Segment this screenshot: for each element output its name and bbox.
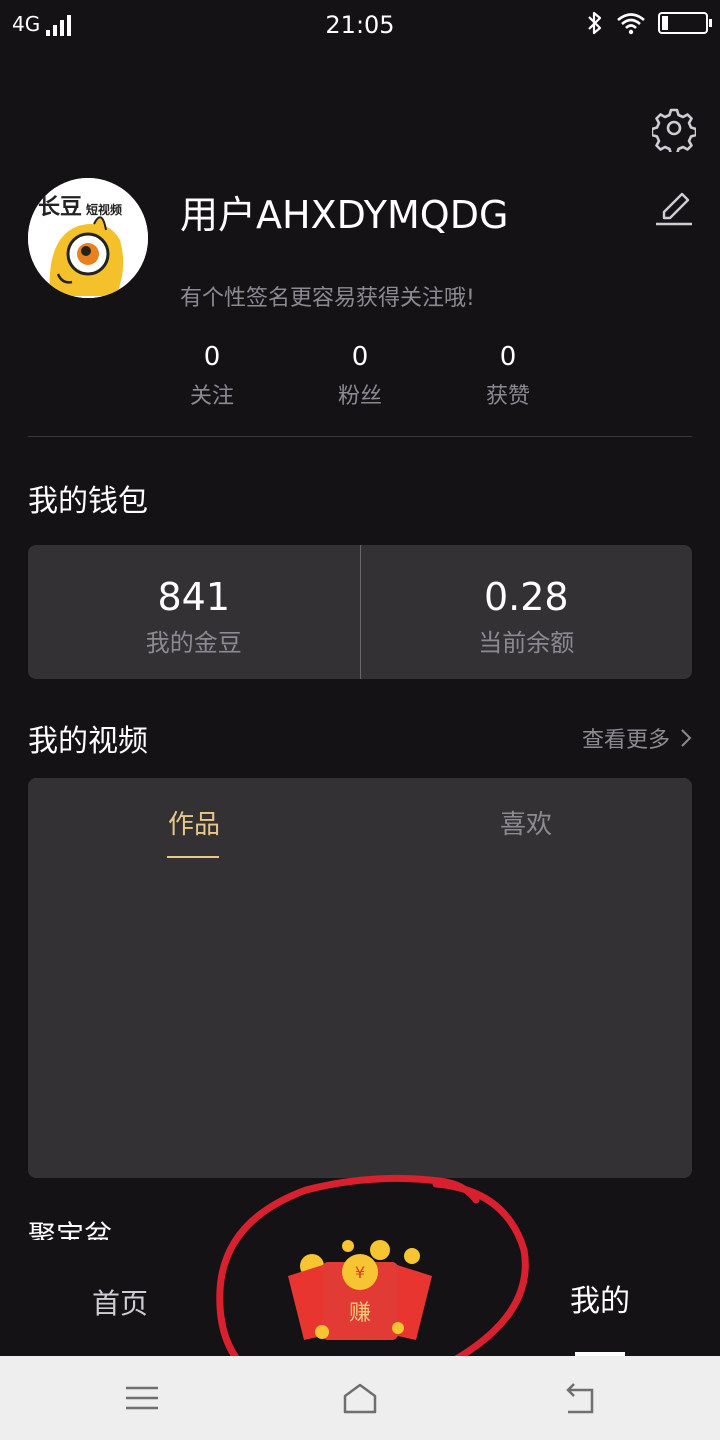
stat-value: 0	[499, 342, 517, 372]
tab-likes[interactable]: 喜欢	[360, 804, 692, 841]
chevron-right-icon	[681, 729, 692, 747]
partial-section-title: 聚宝盆	[28, 1219, 113, 1240]
svg-text:¥: ¥	[355, 1263, 365, 1282]
active-tab-indicator	[167, 856, 219, 858]
signature[interactable]: 有个性签名更容易获得关注哦!	[180, 280, 475, 312]
avatar-logo: 长豆 短视频	[28, 178, 148, 298]
wallet-label: 当前余额	[478, 629, 575, 657]
wallet-value: 0.28	[483, 575, 569, 619]
stat-following[interactable]: 0 关注	[152, 342, 272, 410]
home-icon[interactable]	[340, 1378, 380, 1418]
wifi-icon	[617, 13, 645, 35]
wallet-label: 我的金豆	[145, 629, 242, 657]
earn-button[interactable]: ¥ 赚	[282, 1236, 438, 1346]
avatar[interactable]: 长豆 短视频	[28, 178, 148, 298]
edit-icon[interactable]	[654, 184, 694, 226]
wallet-card: 841 我的金豆 0.28 当前余额	[28, 545, 692, 679]
divider	[28, 436, 692, 437]
stat-value: 0	[351, 342, 369, 372]
wallet-gold-beans[interactable]: 841 我的金豆	[28, 545, 360, 679]
bluetooth-icon	[588, 11, 602, 35]
status-right	[586, 10, 712, 36]
earn-label: 赚	[349, 1301, 371, 1326]
tab-mine[interactable]: 我的	[540, 1276, 660, 1320]
avatar-brand: 长豆	[38, 195, 82, 220]
stat-fans[interactable]: 0 粉丝	[300, 342, 420, 410]
wallet-value: 841	[157, 575, 231, 619]
stat-label: 获赞	[485, 384, 530, 409]
tab-works[interactable]: 作品	[28, 804, 360, 841]
system-nav-bar	[0, 1356, 720, 1440]
stat-likes[interactable]: 0 获赞	[448, 342, 568, 410]
menu-icon[interactable]	[122, 1378, 162, 1418]
wallet-balance[interactable]: 0.28 当前余额	[361, 545, 693, 679]
username: 用户AHXDYMQDG	[180, 193, 509, 237]
status-bar: 4G 21:05	[0, 0, 720, 52]
wallet-title: 我的钱包	[28, 484, 148, 519]
video-panel: 作品 喜欢	[28, 778, 692, 1178]
red-envelope-icon: ¥ 赚	[288, 1240, 432, 1340]
back-icon[interactable]	[560, 1378, 600, 1418]
settings-icon[interactable]	[652, 108, 696, 152]
videos-title: 我的视频	[28, 724, 148, 759]
stat-label: 关注	[189, 384, 234, 409]
view-more-link[interactable]: 查看更多	[582, 722, 692, 754]
tab-home[interactable]: 首页	[60, 1282, 180, 1322]
avatar-sub: 短视频	[86, 202, 122, 217]
view-more-label: 查看更多	[581, 728, 670, 753]
stat-value: 0	[203, 342, 221, 372]
stat-label: 粉丝	[337, 384, 382, 409]
battery-icon	[658, 12, 712, 34]
